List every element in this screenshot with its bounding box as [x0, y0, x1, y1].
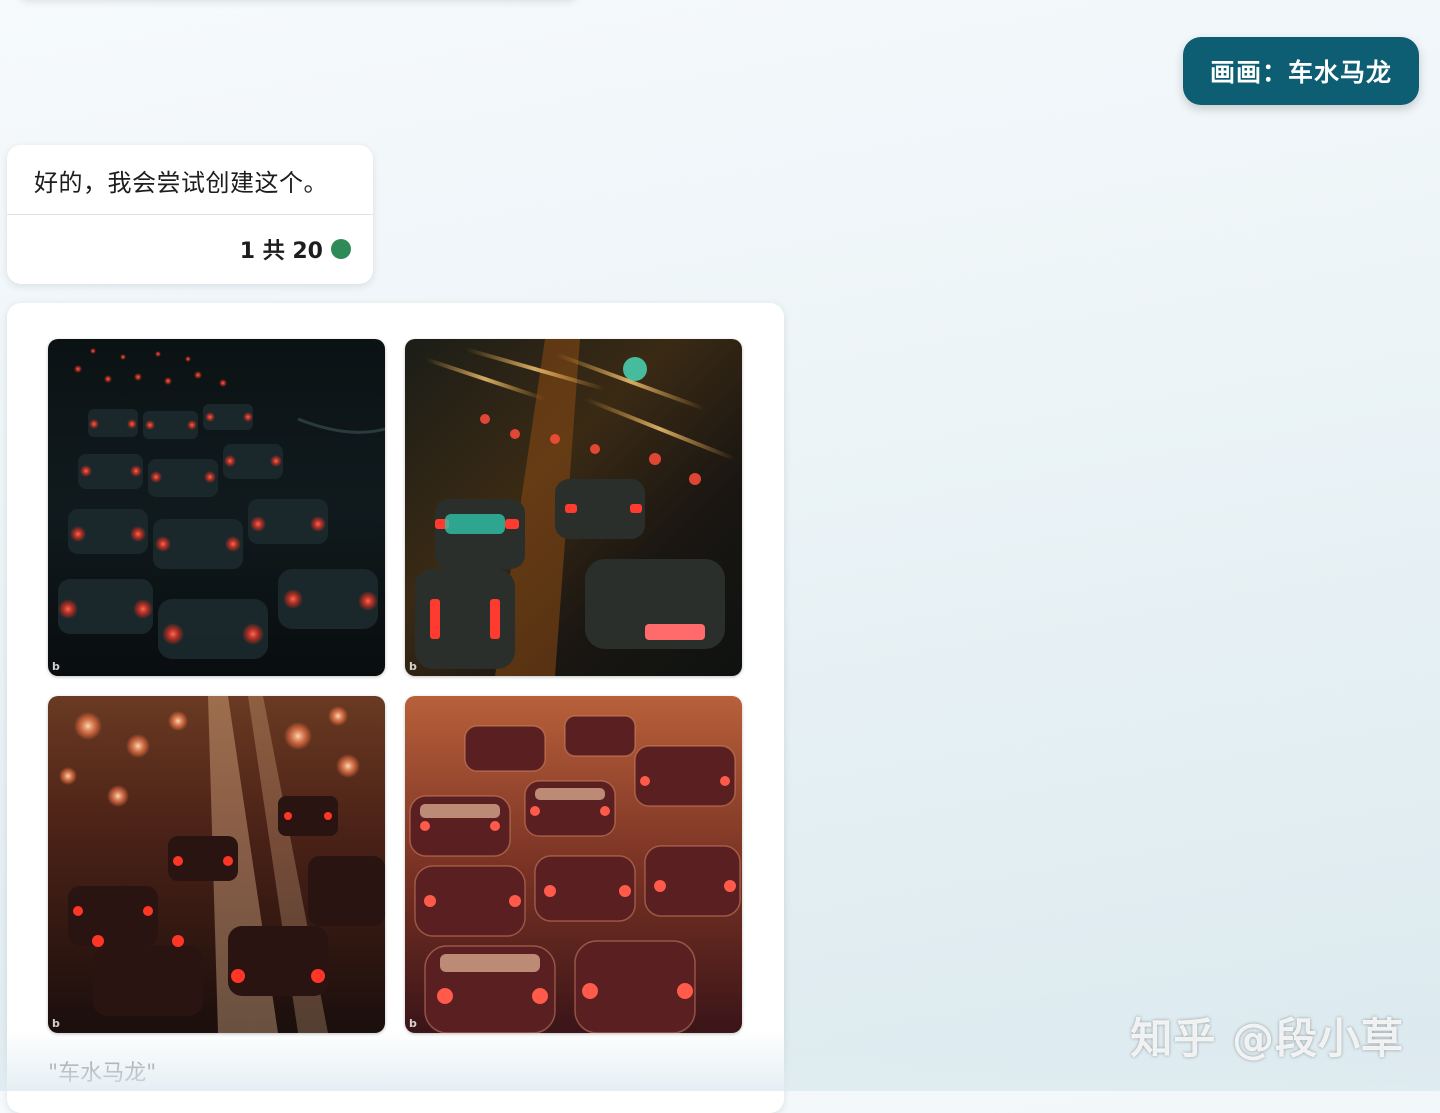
image-source-badge: b	[52, 1017, 60, 1030]
generated-image-2[interactable]: b	[405, 339, 742, 676]
user-message-text: 画画：车水马龙	[1209, 58, 1392, 87]
bot-reply-card: 好的，我会尝试创建这个。 1 共 20	[7, 145, 373, 284]
image-2-render	[405, 339, 742, 676]
image-results-card: b b b b "车水马龙"	[7, 303, 784, 1113]
generated-image-4[interactable]: b	[405, 696, 742, 1033]
image-prompt-caption: "车水马龙"	[48, 1061, 157, 1086]
bot-reply-divider	[7, 214, 373, 215]
image-1-render	[48, 339, 385, 676]
status-dot-icon	[331, 239, 351, 259]
generated-image-1[interactable]: b	[48, 339, 385, 676]
image-source-badge: b	[409, 1017, 417, 1030]
image-source-badge: b	[52, 660, 60, 673]
image-4-render	[405, 696, 742, 1033]
turn-counter: 1 共 20	[240, 233, 351, 265]
user-message-bubble: 画画：车水马龙	[1183, 37, 1419, 105]
bot-reply-text: 好的，我会尝试创建这个。	[34, 169, 328, 197]
image-3-render	[48, 696, 385, 1033]
turn-counter-text: 1 共 20	[239, 239, 323, 264]
watermark: 知乎 @段小草	[1130, 1014, 1404, 1063]
generated-image-3[interactable]: b	[48, 696, 385, 1033]
image-source-badge: b	[409, 660, 417, 673]
